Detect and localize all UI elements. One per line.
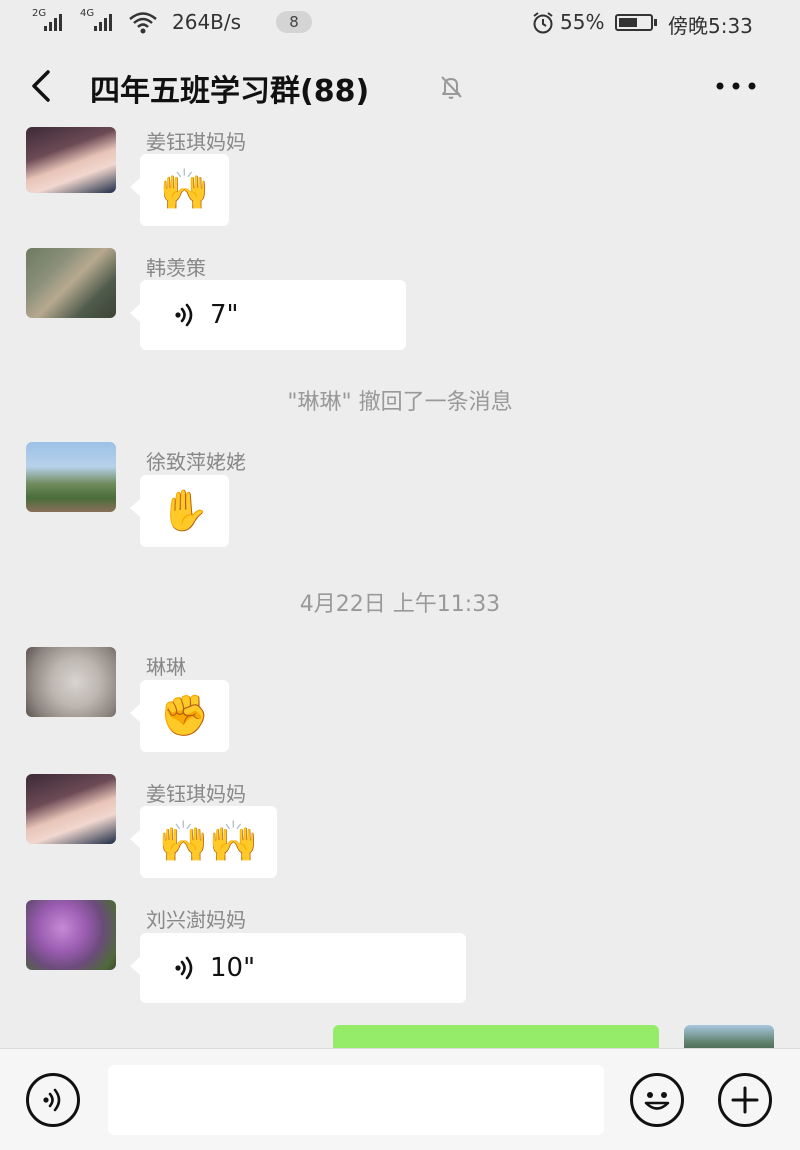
battery-percent: 55% bbox=[560, 10, 605, 34]
sender-name: 姜钰琪妈妈 bbox=[146, 130, 246, 154]
alarm-icon bbox=[533, 12, 553, 34]
voice-message-bubble[interactable]: 10" bbox=[130, 933, 466, 1003]
ellipsis-icon bbox=[716, 82, 756, 90]
voice-wave-icon bbox=[175, 303, 193, 327]
avatar[interactable] bbox=[26, 900, 116, 970]
more-button[interactable] bbox=[708, 70, 764, 102]
message-input[interactable] bbox=[108, 1065, 604, 1135]
avatar[interactable] bbox=[26, 127, 116, 193]
voice-wave-icon bbox=[175, 956, 193, 980]
plus-button[interactable] bbox=[718, 1073, 772, 1127]
voice-wave-icon bbox=[43, 1088, 61, 1112]
clock: 傍晚5:33 bbox=[668, 14, 753, 38]
chevron-left-icon bbox=[32, 70, 50, 102]
signal-icon bbox=[94, 12, 114, 32]
avatar[interactable] bbox=[26, 647, 116, 717]
message-bubble[interactable]: ✊ bbox=[130, 680, 229, 752]
plus-circle-icon bbox=[731, 1086, 759, 1114]
wifi-icon bbox=[129, 12, 157, 34]
voice-duration: 10" bbox=[210, 953, 256, 983]
network-type-2: 4G bbox=[80, 8, 95, 19]
avatar[interactable] bbox=[26, 442, 116, 512]
sender-name: 刘兴澍妈妈 bbox=[146, 908, 246, 932]
sender-name: 韩羡策 bbox=[146, 256, 206, 280]
chat-title: 四年五班学习群(88) bbox=[90, 74, 370, 109]
input-bar bbox=[0, 1048, 800, 1150]
back-button[interactable] bbox=[20, 64, 64, 108]
voice-message-bubble[interactable]: 7" bbox=[130, 280, 406, 350]
battery-icon bbox=[615, 14, 657, 31]
smiley-icon bbox=[644, 1092, 670, 1110]
notification-badge: 8 bbox=[276, 11, 312, 33]
status-bar: 2G 4G 264B/s 8 55% 傍晚5:33 bbox=[0, 0, 800, 46]
chat-header: 四年五班学习群(88) bbox=[0, 46, 800, 126]
voice-input-button[interactable] bbox=[26, 1073, 80, 1127]
timestamp: 4月22日 上午11:33 bbox=[299, 592, 501, 617]
network-speed: 264B/s bbox=[172, 10, 242, 34]
sender-name: 琳琳 bbox=[146, 655, 186, 679]
sender-name: 姜钰琪妈妈 bbox=[146, 782, 246, 806]
message-bubble[interactable]: 🙌 bbox=[130, 154, 229, 226]
bell-off-icon bbox=[441, 76, 462, 99]
emoji-button[interactable] bbox=[630, 1073, 684, 1127]
signal-icon bbox=[44, 12, 64, 32]
avatar[interactable] bbox=[26, 774, 116, 844]
recall-notice: "琳琳" 撤回了一条消息 bbox=[287, 390, 513, 415]
sender-name: 徐致萍姥姥 bbox=[146, 450, 246, 474]
avatar[interactable] bbox=[26, 248, 116, 318]
message-bubble[interactable]: ✋ bbox=[130, 475, 229, 547]
message-bubble[interactable]: 🙌🙌 bbox=[130, 806, 277, 878]
voice-duration: 7" bbox=[210, 300, 239, 330]
